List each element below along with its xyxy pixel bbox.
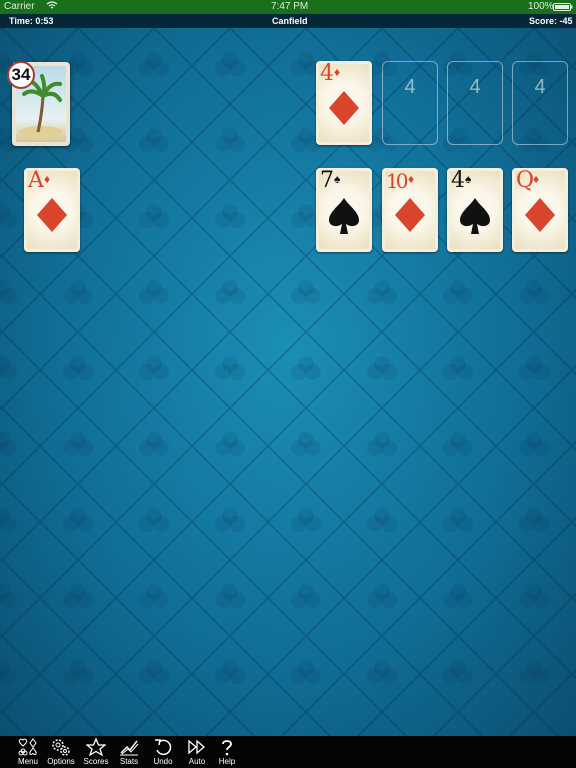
waste-card[interactable]: A ♦: [24, 168, 80, 252]
carrier-label: Carrier: [4, 1, 35, 12]
battery-label: 100%: [528, 1, 554, 12]
status-bar: Carrier 7:47 PM 100%: [0, 0, 576, 14]
foundation-slot[interactable]: 4: [382, 61, 438, 145]
toolbar-label: Auto: [188, 757, 206, 766]
toolbar-label: Undo: [153, 757, 173, 766]
game-title: Canfield: [272, 16, 308, 26]
diamond-icon: [37, 198, 67, 232]
gears-icon: [52, 739, 70, 756]
card-suit: ♠: [465, 172, 472, 186]
card-suit: ♦: [334, 65, 341, 79]
tableau-card[interactable]: Q ♦: [512, 168, 568, 252]
stats-button[interactable]: Stats: [112, 738, 146, 768]
wifi-icon: [46, 0, 58, 14]
star-icon: [86, 738, 106, 756]
slot-rank-hint: 4: [469, 76, 481, 98]
chart-icon: [120, 740, 139, 756]
undo-button[interactable]: Undo: [146, 738, 180, 768]
foundation-slot[interactable]: 4: [447, 61, 503, 145]
undo-icon: [155, 739, 172, 756]
toolbar-label: Scores: [83, 757, 109, 766]
fast-forward-icon: [188, 739, 205, 755]
slot-rank-hint: 4: [534, 76, 546, 98]
card-suit: ♠: [334, 172, 341, 186]
score-label: Score: -45: [529, 16, 573, 26]
slot-rank-hint: 4: [404, 76, 416, 98]
diamond-icon: [329, 91, 359, 125]
bottom-toolbar: Menu Options Scores Stats Undo Auto Help: [0, 736, 576, 768]
card-rank: 7: [320, 168, 334, 193]
question-icon: [222, 740, 232, 756]
toolbar-label: Options: [47, 757, 75, 766]
help-button[interactable]: Help: [210, 738, 244, 768]
suits-icon: [18, 738, 37, 756]
card-suit: ♦: [533, 172, 540, 186]
card-rank: 4: [320, 61, 334, 86]
foundation-slot[interactable]: 4: [512, 61, 568, 145]
card-rank: 4: [451, 168, 465, 193]
battery-icon: [553, 3, 573, 14]
tableau-card[interactable]: 4 ♠: [447, 168, 503, 252]
card-rank: 10: [386, 169, 409, 193]
menu-button[interactable]: Menu: [11, 738, 45, 768]
spade-icon: [460, 198, 490, 234]
foundation-card[interactable]: 4 ♦: [316, 61, 372, 145]
diamond-icon: [395, 198, 425, 232]
spade-icon: [329, 198, 359, 234]
card-suit: ♦: [44, 172, 51, 186]
toolbar-label: Help: [218, 757, 236, 766]
game-info-bar: Time: 0:53 Canfield Score: -45: [0, 14, 576, 28]
diamond-icon: [525, 198, 555, 232]
clock-label: 7:47 PM: [271, 1, 309, 12]
options-button[interactable]: Options: [44, 738, 78, 768]
tableau-card[interactable]: 7 ♠: [316, 168, 372, 252]
card-rank: Q: [516, 168, 535, 193]
tableau-card[interactable]: 10 ♦: [382, 168, 438, 252]
toolbar-label: Stats: [119, 757, 139, 766]
card-suit: ♦: [408, 172, 415, 186]
card-rank: A: [28, 168, 44, 193]
toolbar-label: Menu: [17, 757, 38, 766]
stock-count-badge: 34: [7, 61, 35, 89]
time-label: Time: 0:53: [9, 16, 54, 26]
scores-button[interactable]: Scores: [79, 738, 113, 768]
auto-button[interactable]: Auto: [180, 738, 214, 768]
